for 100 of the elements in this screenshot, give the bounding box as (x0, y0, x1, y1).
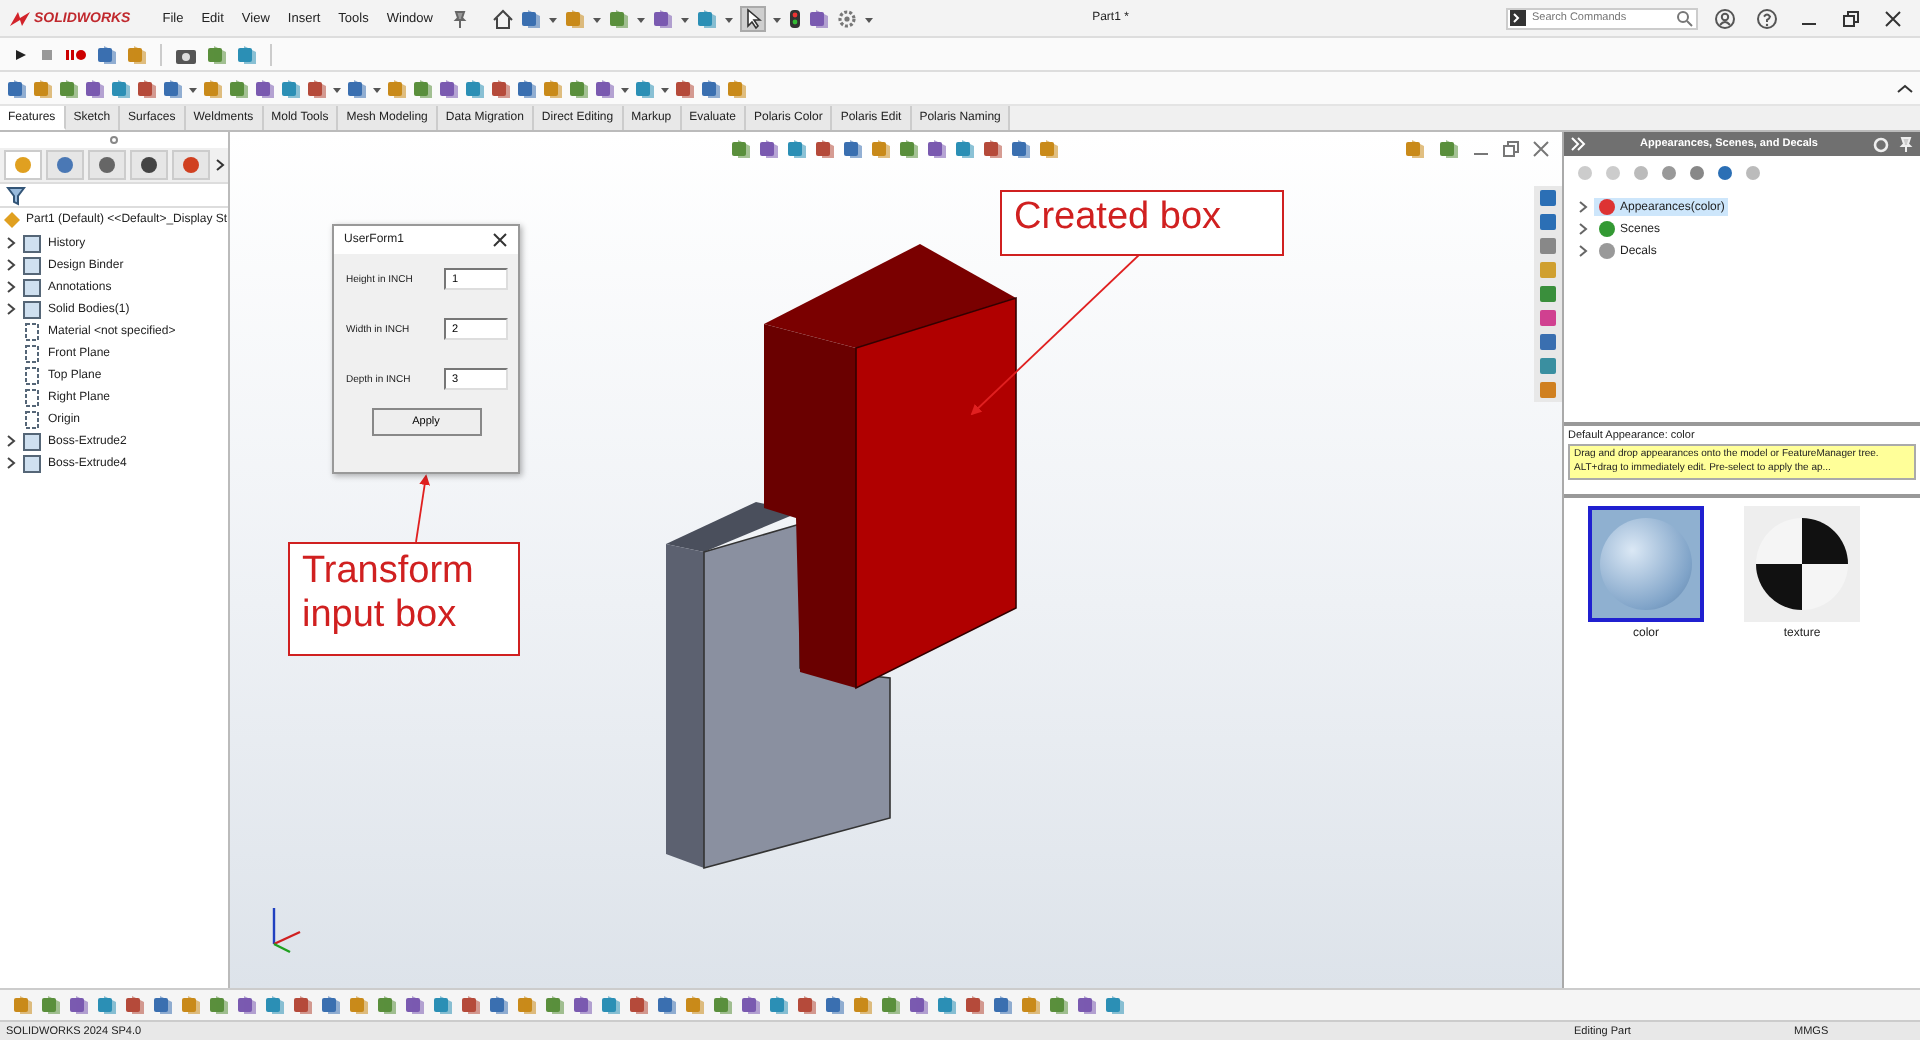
tool-icon[interactable] (814, 138, 836, 160)
tool-icon[interactable] (432, 994, 454, 1016)
user-icon[interactable] (1714, 7, 1736, 29)
tool-icon[interactable] (926, 138, 948, 160)
tool-icon[interactable] (842, 138, 864, 160)
tool-icon[interactable] (58, 77, 80, 99)
tool-icon[interactable] (852, 994, 874, 1016)
tool-icon[interactable] (490, 77, 512, 99)
tool-icon[interactable] (348, 994, 370, 1016)
tool-icon[interactable] (982, 138, 1004, 160)
tool-icon[interactable] (40, 994, 62, 1016)
tool-icon[interactable] (126, 43, 148, 65)
tool-icon[interactable] (110, 77, 132, 99)
tool-icon[interactable] (726, 77, 748, 99)
tool-icon[interactable] (1104, 994, 1126, 1016)
tool-icon[interactable] (608, 7, 631, 29)
pin-icon[interactable] (1898, 135, 1914, 153)
search-icon[interactable] (1676, 9, 1694, 27)
appearance-thumbnail[interactable] (1744, 506, 1860, 622)
tool-icon[interactable] (572, 994, 594, 1016)
tool-icon[interactable] (758, 138, 780, 160)
tool-icon[interactable] (542, 77, 564, 99)
tool-icon[interactable] (768, 994, 790, 1016)
select-button[interactable] (740, 5, 767, 31)
panel-tab[interactable] (88, 150, 126, 180)
appearance-thumbnail[interactable] (1588, 506, 1704, 622)
tool-icon[interactable] (376, 994, 398, 1016)
tool-icon[interactable] (730, 138, 752, 160)
tool-icon[interactable] (306, 77, 328, 99)
tool-icon[interactable] (656, 994, 678, 1016)
settings-icon[interactable] (836, 7, 859, 29)
tool-icon[interactable] (404, 994, 426, 1016)
tool-icon[interactable] (84, 77, 106, 99)
expand-chevrons-icon[interactable] (1570, 136, 1586, 152)
tool-icon[interactable] (124, 994, 146, 1016)
close-icon[interactable] (492, 232, 508, 248)
tool-icon[interactable] (152, 994, 174, 1016)
tool-icon[interactable] (808, 7, 831, 29)
panel-tab[interactable] (130, 150, 168, 180)
tool-icon[interactable] (12, 994, 34, 1016)
tool-icon[interactable] (1076, 994, 1098, 1016)
tool-icon[interactable] (6, 77, 28, 99)
tool-icon[interactable] (684, 994, 706, 1016)
restore-icon[interactable] (1840, 7, 1862, 29)
collapse-icon[interactable] (1896, 79, 1914, 97)
tool-icon[interactable] (516, 77, 538, 99)
tool-icon[interactable] (652, 7, 675, 29)
tool-icon[interactable] (1010, 138, 1032, 160)
tool-icon[interactable] (236, 994, 258, 1016)
tool-icon[interactable] (136, 77, 158, 99)
tool-icon[interactable] (254, 77, 276, 99)
tool-icon[interactable] (600, 994, 622, 1016)
tool-icon[interactable] (460, 994, 482, 1016)
pin-icon[interactable] (450, 7, 469, 29)
tool-icon[interactable] (700, 77, 722, 99)
tool-icon[interactable] (1438, 138, 1460, 160)
tool-icon[interactable] (32, 77, 54, 99)
tool-icon[interactable] (280, 77, 302, 99)
tool-icon[interactable] (1048, 994, 1070, 1016)
tool-icon[interactable] (520, 7, 543, 29)
tool-icon[interactable] (786, 138, 808, 160)
tool-icon[interactable] (634, 77, 656, 99)
tool-icon[interactable] (594, 77, 616, 99)
tool-icon[interactable] (438, 77, 460, 99)
tool-icon[interactable] (206, 43, 228, 65)
tool-icon[interactable] (236, 43, 258, 65)
tool-icon[interactable] (208, 994, 230, 1016)
tool-icon[interactable] (1020, 994, 1042, 1016)
tool-icon[interactable] (464, 77, 486, 99)
tool-icon[interactable] (264, 994, 286, 1016)
tool-icon[interactable] (936, 994, 958, 1016)
tool-icon[interactable] (96, 994, 118, 1016)
tool-icon[interactable] (870, 138, 892, 160)
tool-icon[interactable] (908, 994, 930, 1016)
tool-icon[interactable] (162, 77, 184, 99)
tool-icon[interactable] (954, 138, 976, 160)
tool-icon[interactable] (628, 994, 650, 1016)
tool-icon[interactable] (292, 994, 314, 1016)
tool-icon[interactable] (96, 43, 118, 65)
tool-icon[interactable] (180, 994, 202, 1016)
tool-icon[interactable] (992, 994, 1014, 1016)
tool-icon[interactable] (880, 994, 902, 1016)
tool-icon[interactable] (346, 77, 368, 99)
tool-icon[interactable] (320, 994, 342, 1016)
tool-icon[interactable] (1038, 138, 1060, 160)
splitter-handle[interactable] (1564, 494, 1920, 498)
tool-icon[interactable] (488, 994, 510, 1016)
tool-icon[interactable] (712, 994, 734, 1016)
tool-icon[interactable] (412, 77, 434, 99)
tool-icon[interactable] (696, 7, 719, 29)
tool-icon[interactable] (964, 994, 986, 1016)
tool-icon[interactable] (516, 994, 538, 1016)
tool-icon[interactable] (674, 77, 696, 99)
tool-icon[interactable] (228, 77, 250, 99)
tool-icon[interactable] (568, 77, 590, 99)
tool-icon[interactable] (796, 994, 818, 1016)
tool-icon[interactable] (1404, 138, 1426, 160)
home-icon[interactable] (492, 7, 515, 29)
tool-icon[interactable] (740, 994, 762, 1016)
grip-icon[interactable] (108, 134, 120, 146)
